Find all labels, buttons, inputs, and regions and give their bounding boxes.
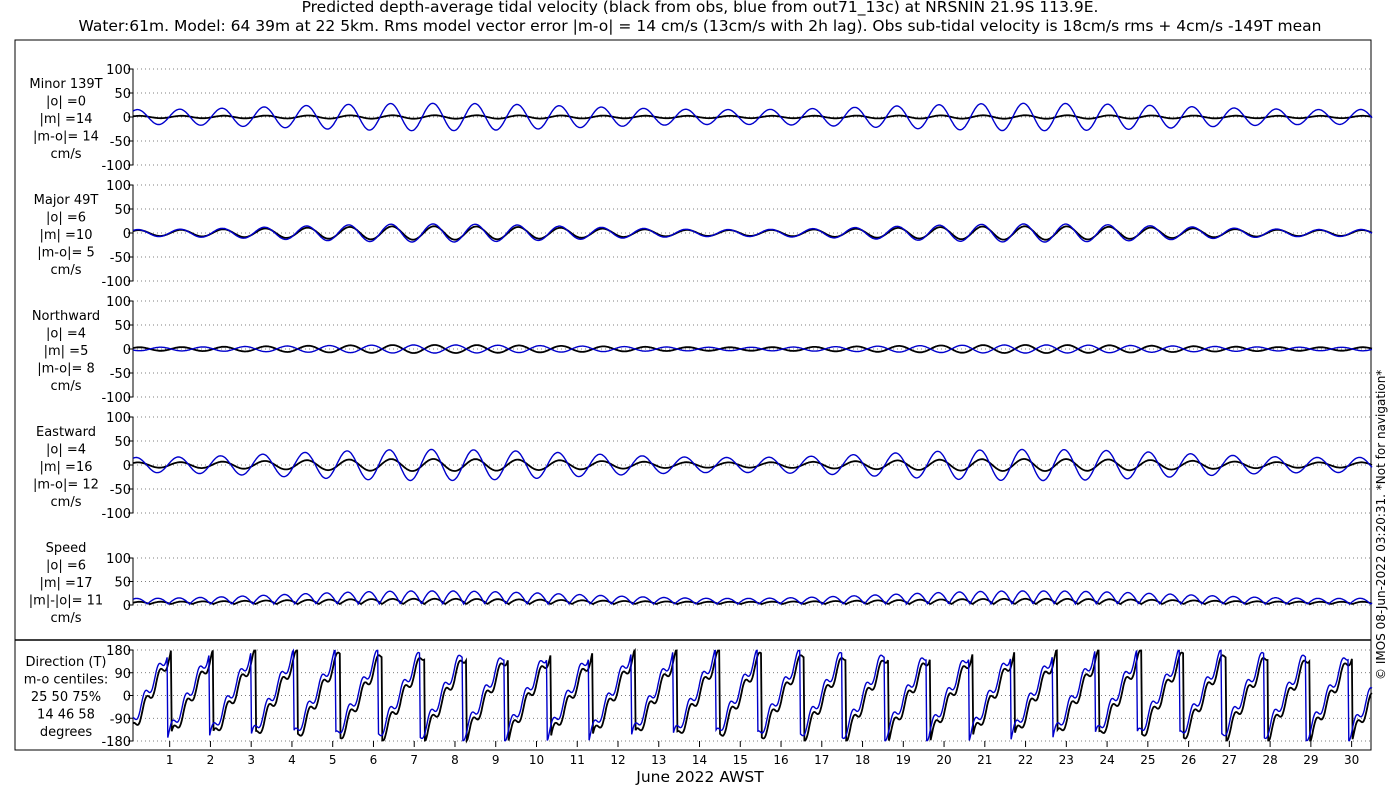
x-tick-label: 19 xyxy=(896,753,911,767)
x-tick-label: 14 xyxy=(692,753,707,767)
y-tick-label: -50 xyxy=(110,483,131,498)
panel-label-line: m-o centiles: xyxy=(24,673,109,688)
x-tick-label: 6 xyxy=(370,753,378,767)
y-tick-label: 50 xyxy=(114,435,131,450)
x-tick-label: 5 xyxy=(329,753,337,767)
y-tick-label: 0 xyxy=(123,111,131,126)
y-tick-label: -50 xyxy=(110,251,131,266)
panel-label-line: |o| =4 xyxy=(46,443,86,458)
credit-note: © IMOS 08-Jun-2022 03:20:31. *Not for na… xyxy=(1374,369,1388,680)
x-tick-label: 7 xyxy=(410,753,418,767)
y-tick-label: 0 xyxy=(123,599,131,614)
model-series-line xyxy=(132,344,1373,354)
y-tick-label: -100 xyxy=(101,507,131,522)
x-tick-label: 23 xyxy=(1059,753,1074,767)
panel-label-line: |o| =6 xyxy=(46,559,86,574)
y-tick-label: 100 xyxy=(106,179,131,194)
panel-label-line: Eastward xyxy=(36,425,96,440)
panel-label-line: |m| =5 xyxy=(44,344,89,359)
y-tick-label: 180 xyxy=(106,644,131,659)
panel-label-line: |o| =0 xyxy=(46,95,86,110)
x-axis-label: June 2022 AWST xyxy=(636,768,764,786)
y-tick-label: -100 xyxy=(101,391,131,406)
x-tick-label: 2 xyxy=(207,753,215,767)
x-tick-label: 29 xyxy=(1303,753,1318,767)
y-tick-label: -50 xyxy=(110,367,131,382)
x-tick-label: 25 xyxy=(1140,753,1155,767)
y-tick-label: -180 xyxy=(101,735,131,750)
x-tick-label: 1 xyxy=(166,753,174,767)
panel-label-line: |m| =17 xyxy=(40,576,93,591)
y-tick-label: 0 xyxy=(123,459,131,474)
panel-label-line: |o| =4 xyxy=(46,327,86,342)
y-tick-label: 100 xyxy=(106,552,131,567)
obs-series-line xyxy=(132,114,1373,120)
y-tick-label: 90 xyxy=(114,667,131,682)
panel-label-line: |m-o|= 5 xyxy=(37,246,95,261)
x-tick-label: 21 xyxy=(977,753,992,767)
panel-label-line: cm/s xyxy=(51,147,82,162)
x-tick-label: 3 xyxy=(247,753,255,767)
x-tick-label: 18 xyxy=(855,753,870,767)
x-tick-label: 9 xyxy=(492,753,500,767)
y-tick-label: 50 xyxy=(114,87,131,102)
panel-label-line: cm/s xyxy=(51,379,82,394)
y-tick-label: 50 xyxy=(114,576,131,591)
y-tick-label: 100 xyxy=(106,295,131,310)
panel-label-line: |o| =6 xyxy=(46,211,86,226)
y-tick-label: 0 xyxy=(123,690,131,705)
panel-label-line: degrees xyxy=(40,725,93,740)
panel-label-line: cm/s xyxy=(51,263,82,278)
panel-label-line: Major 49T xyxy=(34,193,99,208)
panel-label-line: Direction (T) xyxy=(26,655,107,670)
x-tick-label: 10 xyxy=(529,753,544,767)
y-tick-label: -100 xyxy=(101,275,131,290)
y-tick-label: 50 xyxy=(114,203,131,218)
y-tick-label: 50 xyxy=(114,319,131,334)
x-tick-label: 26 xyxy=(1181,753,1196,767)
y-tick-label: 100 xyxy=(106,63,131,78)
x-tick-label: 22 xyxy=(1018,753,1033,767)
panel-label-line: cm/s xyxy=(51,611,82,626)
y-tick-label: -90 xyxy=(110,712,131,727)
panel-label-line: |m-o|= 12 xyxy=(33,478,99,493)
panel-label-line: 14 46 58 xyxy=(37,708,95,723)
x-tick-label: 27 xyxy=(1222,753,1237,767)
x-tick-label: 16 xyxy=(773,753,788,767)
panel-label-line: |m| =16 xyxy=(40,460,93,475)
y-tick-label: 0 xyxy=(123,227,131,242)
panel-label-line: cm/s xyxy=(51,495,82,510)
y-tick-label: 0 xyxy=(123,343,131,358)
x-tick-label: 12 xyxy=(610,753,625,767)
x-tick-label: 24 xyxy=(1099,753,1114,767)
x-tick-label: 20 xyxy=(936,753,951,767)
panel-label-line: Speed xyxy=(46,541,87,556)
panel-label-line: Minor 139T xyxy=(29,77,102,92)
obs-series-line xyxy=(132,225,1373,241)
panel-label-line: |m|-|o|= 11 xyxy=(29,594,103,609)
obs-series-line xyxy=(132,458,1373,472)
panel-label-line: Northward xyxy=(32,309,100,324)
x-tick-label: 4 xyxy=(288,753,296,767)
x-tick-label: 11 xyxy=(570,753,585,767)
x-tick-label: 13 xyxy=(651,753,666,767)
panel-label-line: |m| =10 xyxy=(40,228,93,243)
panel-label-line: |m-o|= 14 xyxy=(33,130,99,145)
tidal-velocity-chart: 100500-50-100Minor 139T|o| =0|m| =14|m-o… xyxy=(14,39,1373,767)
y-tick-label: -100 xyxy=(101,159,131,174)
panel-label-line: 25 50 75% xyxy=(31,690,101,705)
y-tick-label: -50 xyxy=(110,135,131,150)
x-tick-label: 17 xyxy=(814,753,829,767)
panel-label-line: |m-o|= 8 xyxy=(37,362,95,377)
x-tick-label: 15 xyxy=(733,753,748,767)
x-tick-label: 30 xyxy=(1344,753,1359,767)
x-tick-label: 8 xyxy=(451,753,459,767)
x-tick-label: 28 xyxy=(1262,753,1277,767)
panel-label-line: |m| =14 xyxy=(40,112,93,127)
outer-frame xyxy=(14,39,1372,751)
y-tick-label: 100 xyxy=(106,411,131,426)
